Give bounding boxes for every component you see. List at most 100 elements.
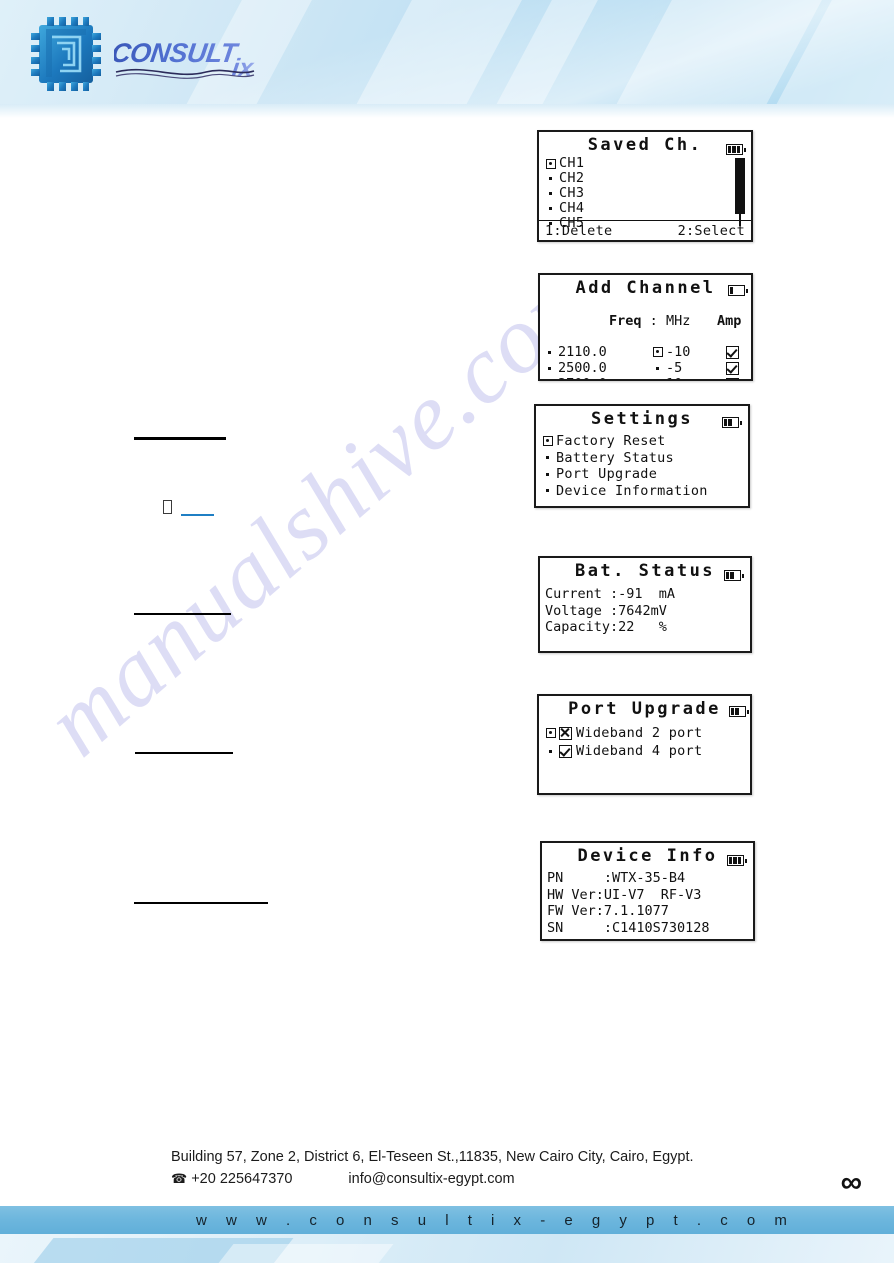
bullet-icon [549, 177, 552, 180]
footer-website[interactable]: w w w . c o n s u l t i x - e g y p t . … [196, 1212, 794, 1229]
list-item[interactable]: CH2 [545, 171, 751, 186]
footer-url-bar: w w w . c o n s u l t i x - e g y p t . … [0, 1206, 894, 1234]
reading-label: Current : [545, 586, 619, 602]
list-item-label: CH4 [559, 200, 585, 216]
battery-readings: Current : -91 mA Voltage : 7642mV Capaci… [540, 580, 750, 636]
list-item-label: Factory Reset [556, 433, 666, 449]
reading-row: Voltage : 7642mV [540, 603, 750, 620]
infinity-icon: ∞ [840, 1166, 862, 1199]
lcd-title: Port Upgrade [568, 699, 721, 719]
list-item-label: Wideband 2 port [576, 725, 703, 741]
bullet-icon [656, 366, 659, 370]
reading-label: Capacity: [545, 619, 619, 635]
lcd-add-channel: Add Channel Freq : MHz Amp : dBm 2110.0 … [538, 273, 753, 381]
list-item[interactable]: CH1 [545, 156, 751, 171]
bullet-icon [548, 366, 551, 370]
checkbox-checked-icon[interactable] [559, 744, 572, 758]
info-label: HW Ver: [547, 886, 604, 903]
checkbox-crossed-icon[interactable] [559, 726, 572, 740]
lcd-title: Add Channel [575, 278, 716, 298]
bullet-icon [549, 192, 552, 195]
port-list: Wideband 2 port Wideband 4 port [539, 718, 750, 760]
list-item-label: CH1 [559, 155, 585, 171]
info-label: FW Ver: [547, 903, 604, 919]
header-fade [0, 104, 894, 118]
page-body-background [0, 104, 894, 1206]
radio-selected-icon [653, 347, 663, 357]
list-item[interactable]: CH3 [545, 186, 751, 201]
list-item[interactable]: Port Upgrade [542, 466, 748, 483]
radio-selected-icon [543, 436, 553, 447]
bullet-icon [549, 207, 552, 210]
table-row[interactable]: 2700.0 10 [540, 376, 751, 379]
info-row: FW Ver: 7.1.1077 [542, 903, 753, 920]
bullet-icon [548, 350, 551, 354]
consultix-wordmark: CONSULT ix [114, 37, 256, 82]
list-item[interactable]: CH4 [545, 201, 751, 216]
list-item-label: CH2 [559, 170, 585, 186]
battery-icon [727, 850, 748, 869]
amp-value: 10 [666, 376, 682, 379]
softkey-select[interactable]: 2:Select [678, 223, 745, 239]
list-item-label: Device Information [556, 482, 708, 499]
settings-list: Factory Reset Battery Status Port Upgrad… [536, 428, 748, 499]
freq-value: 2500.0 [558, 360, 607, 376]
table-row[interactable]: 2110.0 -10 [540, 344, 751, 360]
lcd-title: Saved Ch. [587, 135, 703, 155]
radio-selected-icon [546, 728, 556, 738]
amp-value: -5 [666, 360, 683, 376]
reading-value: 22 % [618, 619, 667, 635]
list-item[interactable]: Battery Status [542, 450, 748, 467]
info-row: PN : WTX-35-B4 [542, 870, 753, 887]
lcd-saved-channels: Saved Ch. CH1 CH2 CH3 CH4 CH5 1:Delete 2… [537, 130, 753, 242]
manual-page: CONSULT ix manualshive.com Saved Ch. CH1… [0, 0, 894, 1263]
info-row: SN : C1410S730128 [542, 920, 753, 937]
list-item[interactable]: Device Information [542, 483, 748, 500]
footer-email[interactable]: info@consultix-egypt.com [348, 1169, 514, 1189]
bullet-icon [546, 456, 549, 460]
checkbox-checked-icon[interactable] [726, 345, 739, 359]
section-rule [134, 437, 226, 440]
reading-row: Capacity: 22 % [540, 619, 750, 636]
radio-selected-icon [546, 158, 556, 169]
phone-icon: ☎ [171, 1171, 188, 1186]
consultix-logo: CONSULT ix [26, 12, 296, 94]
freq-value: 2700.0 [558, 376, 607, 379]
lcd-softkey-bar: 1:Delete 2:Select [539, 220, 751, 240]
table-row[interactable]: 2500.0 -5 [540, 360, 751, 376]
lcd-device-info: Device Info PN : WTX-35-B4 HW Ver: UI-V7… [540, 841, 755, 941]
col-freq-label: Freq [609, 313, 642, 329]
reading-label: Voltage : [545, 602, 619, 619]
checkbox-checked-icon[interactable] [726, 361, 739, 375]
hyperlink-underline[interactable] [181, 514, 214, 516]
lcd-title: Device Info [577, 846, 718, 866]
reading-value: -91 mA [618, 586, 676, 602]
battery-icon [724, 565, 745, 584]
softkey-delete[interactable]: 1:Delete [545, 223, 612, 239]
lcd-settings: Settings Factory Reset Battery Status Po… [534, 404, 750, 508]
info-value: WTX-35-B4 [612, 870, 686, 886]
footer-phone[interactable]: +20 225647370 [191, 1169, 292, 1189]
lcd-battery-status: Bat. Status Current : -91 mA Voltage : 7… [538, 556, 752, 653]
reading-value: 7642mV [618, 602, 667, 619]
bullet-icon [546, 489, 549, 493]
list-item[interactable]: Wideband 4 port [545, 742, 750, 760]
info-label: PN : [547, 870, 613, 886]
scrollbar-thumb[interactable] [735, 158, 745, 214]
battery-icon [722, 412, 743, 431]
list-item[interactable]: Wideband 2 port [545, 724, 750, 742]
svg-text:CONSULT: CONSULT [114, 37, 241, 68]
list-item-label: CH3 [559, 185, 585, 201]
list-item-label: Wideband 4 port [576, 743, 703, 759]
freq-value: 2110.0 [558, 344, 607, 360]
footer-contact-row: ☎ +20 225647370 info@consultix-egypt.com [171, 1169, 791, 1189]
section-rule [134, 613, 231, 615]
info-value: C1410S730128 [612, 919, 710, 936]
battery-icon [729, 701, 750, 720]
list-item-label: Port Upgrade [556, 466, 658, 482]
battery-icon [726, 139, 747, 158]
checkbox-crossed-icon[interactable] [726, 377, 739, 379]
list-item[interactable]: Factory Reset [542, 433, 748, 450]
bullet-icon [546, 472, 549, 476]
info-label: SN : [547, 919, 613, 936]
